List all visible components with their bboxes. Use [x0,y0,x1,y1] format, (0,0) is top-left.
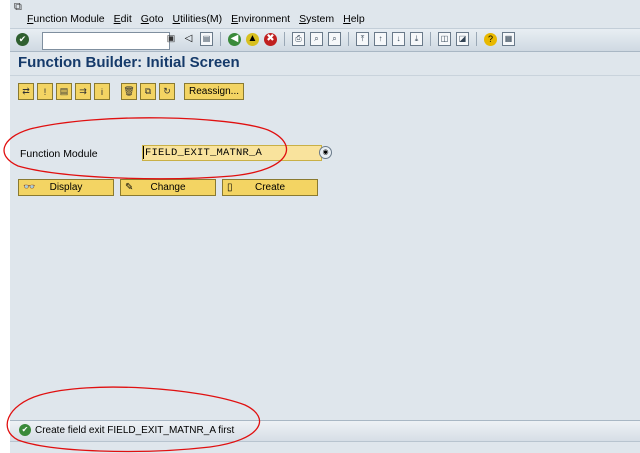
customize-layout-icon[interactable]: ▦ [502,32,515,46]
last-page-icon[interactable]: ⤓ [410,32,423,46]
previous-page-icon[interactable]: ↑ [374,32,387,46]
menu-utilities[interactable]: Utilities(M) [173,13,223,25]
standard-toolbar: ✔ ▣ ◁ ▤ ◀ ▲ ✖ ⎙ ⌕ ⌕ ⤒ ↑ ↓ ⤓ ◫ ◪ ? ▦ [10,28,640,52]
copy-icon[interactable]: ⧉ [140,83,156,100]
status-message[interactable]: Create field exit FIELD_EXIT_MATNR_A fir… [35,425,234,436]
toolbar-separator [476,32,477,46]
menu-edit[interactable]: Edit [114,13,132,25]
status-bar: ✔ Create field exit FIELD_EXIT_MATNR_A f… [10,420,640,441]
exit-icon[interactable]: ▲ [246,32,259,46]
menu-goto[interactable]: Goto [141,13,164,25]
other-object-icon[interactable]: ⇄ [18,83,34,100]
command-history-icon[interactable]: ▣ [166,33,176,46]
function-module-input[interactable]: FIELD_EXIT_MATNR_A [142,145,322,161]
system-menu-icon[interactable]: ⧉ [14,1,22,14]
display-button[interactable]: 👓 Display [18,179,114,196]
value-help-icon[interactable]: ◉ [319,146,332,159]
menu-system[interactable]: System [299,13,334,25]
window-bottom-bar [10,441,640,453]
menu-function-module[interactable]: Function Module [27,13,105,25]
success-icon: ✔ [19,424,31,436]
change-button[interactable]: ✎ Change [120,179,216,196]
window-left-border [0,0,10,453]
create-session-icon[interactable]: ◫ [438,32,451,46]
toolbar-icons: ◁ ▤ ◀ ▲ ✖ ⎙ ⌕ ⌕ ⤒ ↑ ↓ ⤓ ◫ ◪ ? ▦ [182,32,515,46]
create-button-label: Create [254,182,285,193]
command-field[interactable] [42,32,170,50]
back-icon[interactable]: ◀ [228,32,241,46]
next-page-icon[interactable]: ↓ [392,32,405,46]
sap-gui: ⧉ Function Module Edit Goto Utilities(M)… [10,0,640,453]
display-object-list-icon[interactable]: ▤ [56,83,72,100]
toolbar-separator [284,32,285,46]
create-button[interactable]: ▯ Create [222,179,318,196]
menu-environment[interactable]: Environment [231,13,290,25]
where-used-icon[interactable]: ! [37,83,53,100]
first-page-icon[interactable]: ⤒ [356,32,369,46]
title-divider [10,75,640,76]
sap-window: ⧉ Function Module Edit Goto Utilities(M)… [0,0,640,453]
rename-icon[interactable]: ↻ [159,83,175,100]
save-icon[interactable]: ▤ [200,32,213,46]
page-title: Function Builder: Initial Screen [18,54,240,71]
test-icon[interactable]: ⇉ [75,83,91,100]
toolbar-separator [430,32,431,46]
reassign-button[interactable]: Reassign... [184,83,244,100]
find-next-icon[interactable]: ⌕ [328,32,341,46]
change-button-label: Change [150,182,186,193]
info-icon[interactable]: i [94,83,110,100]
application-toolbar: ⇄ ! ▤ ⇉ i 🗑 ⧉ ↻ Reassign... [10,80,640,102]
enter-icon[interactable]: ✔ [16,33,29,46]
shortcut-icon[interactable]: ◪ [456,32,469,46]
toolbar-separator [348,32,349,46]
menu-help[interactable]: Help [343,13,365,25]
print-icon[interactable]: ⎙ [292,32,305,46]
help-icon[interactable]: ? [484,32,497,46]
menu-items: Function Module Edit Goto Utilities(M) E… [27,13,365,25]
cancel-icon[interactable]: ✖ [264,32,277,46]
find-icon[interactable]: ⌕ [310,32,323,46]
toolbar-separator [220,32,221,46]
menu-bar: ⧉ Function Module Edit Goto Utilities(M)… [10,0,640,28]
collapse-icon[interactable]: ◁ [182,32,195,46]
delete-icon[interactable]: 🗑 [121,83,137,100]
display-button-label: Display [49,182,83,193]
function-module-value: FIELD_EXIT_MATNR_A [145,147,263,159]
function-module-label: Function Module [20,148,98,160]
